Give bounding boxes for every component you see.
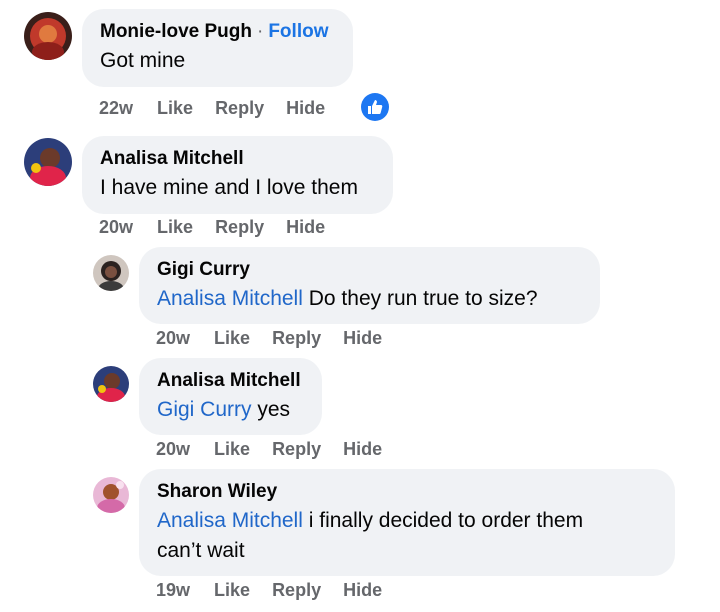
- reply-button[interactable]: Reply: [272, 327, 321, 349]
- hide-button[interactable]: Hide: [343, 438, 382, 460]
- like-button[interactable]: Like: [214, 579, 250, 601]
- reply-timestamp[interactable]: 20w: [156, 327, 190, 349]
- hide-button[interactable]: Hide: [343, 579, 382, 601]
- reply-text: Analisa Mitchell i finally decided to or…: [157, 506, 657, 566]
- hide-button[interactable]: Hide: [286, 216, 325, 238]
- reply-author[interactable]: Gigi Curry: [157, 259, 250, 280]
- reply-button[interactable]: Reply: [215, 97, 264, 119]
- comment-author[interactable]: Monie-love Pugh: [100, 21, 252, 42]
- like-button[interactable]: Like: [214, 327, 250, 349]
- reply-bubble: Analisa Mitchell Gigi Curry yes: [139, 358, 322, 435]
- reply-author[interactable]: Sharon Wiley: [157, 481, 277, 502]
- reply-button[interactable]: Reply: [272, 438, 321, 460]
- reply-actions: 19w Like Reply Hide: [156, 579, 404, 601]
- follow-button[interactable]: Follow: [268, 21, 328, 42]
- reply-body: yes: [257, 398, 291, 421]
- thumbs-up-icon[interactable]: [361, 93, 389, 121]
- avatar[interactable]: [93, 255, 129, 291]
- hide-button[interactable]: Hide: [343, 327, 382, 349]
- avatar[interactable]: [24, 12, 72, 60]
- comment-timestamp[interactable]: 20w: [99, 216, 133, 238]
- comment-text: I have mine and I love them: [100, 176, 358, 199]
- reply-author[interactable]: Analisa Mitchell: [157, 370, 301, 391]
- reply-body: Do they run true to size?: [308, 287, 538, 310]
- avatar[interactable]: [93, 366, 129, 402]
- reply-bubble: Sharon Wiley Analisa Mitchell i finally …: [139, 469, 675, 576]
- reply-button[interactable]: Reply: [272, 579, 321, 601]
- hide-button[interactable]: Hide: [286, 97, 325, 119]
- reply-bubble: Gigi Curry Analisa Mitchell Do they run …: [139, 247, 600, 324]
- reply-body-line2: can’t wait: [157, 539, 245, 562]
- reply-text: Gigi Curry yes: [157, 395, 304, 425]
- comment-text: Got mine: [100, 49, 186, 72]
- avatar[interactable]: [24, 138, 72, 186]
- comment-actions: 22w Like Reply Hide: [99, 97, 347, 119]
- reply-text: Analisa Mitchell Do they run true to siz…: [157, 284, 582, 314]
- reply-timestamp[interactable]: 20w: [156, 438, 190, 460]
- comment-bubble: Analisa Mitchell I have mine and I love …: [82, 136, 393, 214]
- comment-timestamp[interactable]: 22w: [99, 97, 133, 119]
- comment-author[interactable]: Analisa Mitchell: [100, 148, 244, 169]
- mention-link[interactable]: Analisa Mitchell: [157, 287, 303, 310]
- reply-timestamp[interactable]: 19w: [156, 579, 190, 601]
- mention-link[interactable]: Analisa Mitchell: [157, 509, 303, 532]
- reply-body: i finally decided to order them: [308, 509, 584, 532]
- like-button[interactable]: Like: [157, 97, 193, 119]
- separator-dot: ·: [257, 21, 264, 42]
- reply-actions: 20w Like Reply Hide: [156, 438, 404, 460]
- reply-button[interactable]: Reply: [215, 216, 264, 238]
- comment-actions: 20w Like Reply Hide: [99, 216, 347, 238]
- comment-bubble: Monie-love Pugh · Follow Got mine: [82, 9, 353, 87]
- like-button[interactable]: Like: [214, 438, 250, 460]
- mention-link[interactable]: Gigi Curry: [157, 398, 252, 421]
- reply-actions: 20w Like Reply Hide: [156, 327, 404, 349]
- like-button[interactable]: Like: [157, 216, 193, 238]
- avatar[interactable]: [93, 477, 129, 513]
